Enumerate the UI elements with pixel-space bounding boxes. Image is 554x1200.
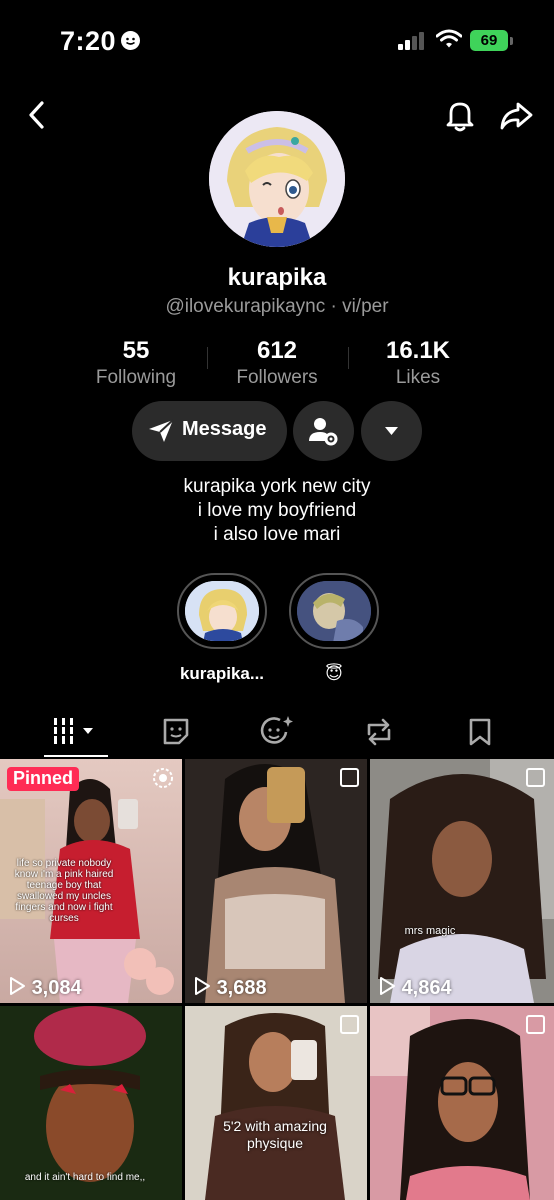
profile-avatar[interactable] [209, 111, 345, 247]
multi-image-icon [340, 1015, 359, 1034]
multi-image-icon [340, 768, 359, 787]
video-overlay-text: mrs magic [404, 925, 456, 937]
bio-line: kurapika york new city [183, 476, 371, 497]
view-count-value: 3,084 [31, 977, 82, 999]
bio-line: i love my boyfriend [197, 500, 357, 521]
videos-tab[interactable] [50, 716, 98, 753]
liked-tab[interactable] [260, 714, 296, 753]
view-count-value: 4,864 [401, 977, 452, 999]
play-icon [195, 977, 210, 995]
repost-icon [367, 718, 391, 746]
friend-settings-button[interactable] [293, 401, 354, 461]
notification-bell-button[interactable] [443, 98, 477, 137]
bio-line: i also love mari [213, 524, 341, 545]
story-highlight[interactable] [177, 573, 267, 649]
likes-stat[interactable]: 16.1K Likes [338, 337, 498, 389]
multi-image-icon [526, 768, 545, 787]
multi-image-icon [526, 1015, 545, 1034]
story-highlight[interactable] [289, 573, 379, 649]
message-button-label: Message [182, 418, 267, 440]
view-count: 3,688 [193, 976, 267, 1000]
followers-label: Followers [236, 367, 318, 388]
status-time: 7:20 [60, 26, 117, 56]
video-thumbnail[interactable] [370, 1006, 554, 1200]
battery-tip [510, 37, 513, 45]
likes-label: Likes [395, 367, 441, 388]
video-overlay-text: life so private nobody know i'm a pink h… [14, 858, 114, 924]
share-button[interactable] [498, 100, 534, 137]
caret-down-icon [385, 427, 398, 435]
following-count: 55 [122, 337, 150, 364]
live-indicator-icon [152, 767, 174, 794]
pinned-badge: Pinned [7, 767, 80, 791]
highlight-label: 😇 [325, 664, 343, 683]
back-button[interactable] [24, 100, 50, 135]
sticker-icon [163, 718, 189, 745]
profile-bio: kurapika york new city i love my boyfrie… [0, 475, 554, 547]
video-thumbnail[interactable] [370, 759, 554, 1003]
view-count: 4,864 [378, 976, 452, 1000]
reposts-tab[interactable] [363, 716, 395, 753]
video-thumbnail[interactable] [185, 1006, 367, 1200]
favorites-tab[interactable] [160, 716, 192, 753]
saved-tab[interactable] [466, 716, 494, 753]
view-count: 3,084 [8, 976, 82, 1000]
bell-icon [446, 102, 474, 132]
more-options-dropdown[interactable] [361, 401, 422, 461]
profile-tabs [0, 706, 554, 758]
share-arrow-icon [500, 102, 533, 130]
video-thumbnail[interactable] [185, 759, 367, 1003]
following-stat[interactable]: 55 Following [56, 337, 216, 389]
active-tab-indicator [44, 755, 108, 757]
wifi-icon [435, 29, 463, 54]
display-name: kurapika [227, 264, 327, 291]
grid-icon [52, 718, 93, 744]
video-overlay-text: and it ain't hard to find me,, [24, 1172, 146, 1183]
chevron-left-icon [29, 101, 44, 129]
bookmark-icon [469, 718, 491, 746]
play-icon [10, 977, 25, 995]
person-gear-icon [309, 418, 338, 446]
following-label: Following [95, 367, 177, 388]
play-icon [380, 977, 395, 995]
cellular-signal-icon [398, 32, 426, 50]
highlight-label: kurapika... [179, 664, 265, 683]
video-thumbnail[interactable] [0, 1006, 182, 1200]
status-bar: 7:20 69 [0, 0, 554, 90]
focus-mode-icon [121, 31, 140, 50]
video-overlay-text: 5'2 with amazing physique [223, 1118, 327, 1151]
likes-count: 16.1K [385, 337, 451, 364]
send-icon [147, 418, 175, 449]
view-count-value: 3,688 [216, 977, 267, 999]
smile-sparkle-icon [260, 716, 293, 744]
followers-stat[interactable]: 612 Followers [197, 337, 357, 389]
followers-count: 612 [256, 337, 298, 364]
battery-level: 69 [470, 30, 508, 51]
username-handle: @ilovekurapikaync · vi/per [165, 296, 389, 317]
